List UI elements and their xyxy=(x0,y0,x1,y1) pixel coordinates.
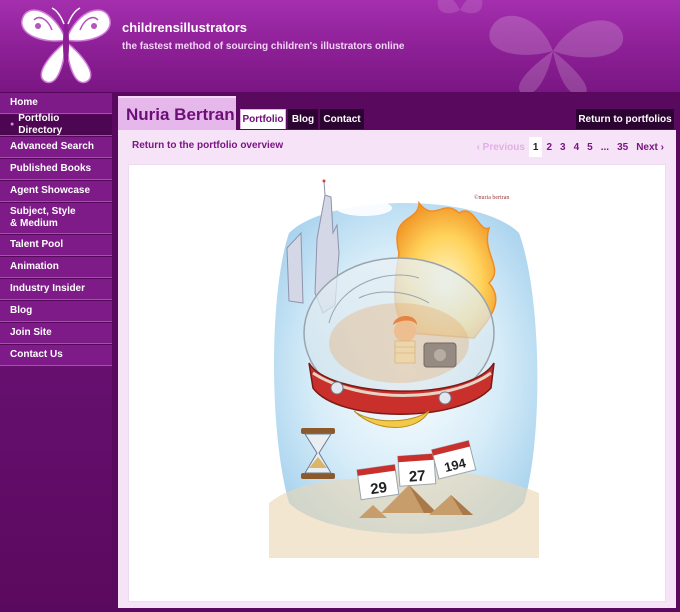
sidebar-item-join-site[interactable]: Join Site xyxy=(0,322,112,344)
sidebar-item-advanced-search[interactable]: Advanced Search xyxy=(0,136,112,158)
page-link-4[interactable]: 4 xyxy=(570,137,584,157)
previous-page-link: ‹ Previous xyxy=(476,141,525,153)
sidebar-item-agent-showcase[interactable]: Agent Showcase xyxy=(0,180,112,202)
sidebar-nav: Home ● Portfolio Directory Advanced Searc… xyxy=(0,92,112,612)
page-link-2[interactable]: 2 xyxy=(542,137,556,157)
tab-portfolio[interactable]: Portfolio xyxy=(240,109,286,129)
background-butterfly-icon xyxy=(489,15,624,92)
calendar-number-29: 29 xyxy=(369,479,388,498)
page-link-5[interactable]: 5 xyxy=(583,137,597,157)
portfolio-panel: Return to the portfolio overview ‹ Previ… xyxy=(118,130,676,608)
sidebar-item-contact-us[interactable]: Contact Us xyxy=(0,344,112,366)
sidebar-item-talent-pool[interactable]: Talent Pool xyxy=(0,234,112,256)
page-link-1: 1 xyxy=(528,137,543,157)
pagination: ‹ Previous 1 2 3 4 5 ... 35 Next › xyxy=(473,137,668,157)
calendar-number-27: 27 xyxy=(408,467,426,485)
return-to-portfolios-button[interactable]: Return to portfolios xyxy=(576,109,674,129)
page-link-3[interactable]: 3 xyxy=(556,137,570,157)
return-to-overview-link[interactable]: Return to the portfolio overview xyxy=(132,140,283,151)
page-link-last[interactable]: 35 xyxy=(613,137,632,157)
portfolio-illustration[interactable]: 29 27 194 ©nuria bertran xyxy=(269,173,539,558)
sidebar-item-animation[interactable]: Animation xyxy=(0,256,112,278)
tab-contact[interactable]: Contact xyxy=(320,109,364,129)
butterfly-logo-icon[interactable] xyxy=(16,4,116,86)
sidebar-item-blog[interactable]: Blog xyxy=(0,300,112,322)
site-tagline: the fastest method of sourcing children'… xyxy=(122,41,405,52)
site-header: childrensillustrators the fastest method… xyxy=(0,0,680,92)
sidebar-item-published-books[interactable]: Published Books xyxy=(0,158,112,180)
site-name[interactable]: childrensillustrators xyxy=(122,20,247,35)
active-dot-icon: ● xyxy=(10,121,15,128)
artist-signature: ©nuria bertran xyxy=(474,194,509,201)
sidebar-item-industry-insider[interactable]: Industry Insider xyxy=(0,278,112,300)
sidebar-item-subject-style-medium[interactable]: Subject, Style & Medium xyxy=(0,202,112,234)
sidebar-item-home[interactable]: Home xyxy=(0,92,112,114)
artist-name-heading: Nuria Bertran xyxy=(118,96,236,130)
sidebar-item-portfolio-directory[interactable]: ● Portfolio Directory xyxy=(0,113,112,136)
tab-blog[interactable]: Blog xyxy=(288,109,318,129)
pagination-ellipsis: ... xyxy=(600,141,610,153)
portfolio-image-frame: 29 27 194 ©nuria bertran xyxy=(128,164,666,602)
next-page-link[interactable]: Next › xyxy=(632,137,668,157)
main-content: Nuria Bertran Portfolio Blog Contact Ret… xyxy=(118,96,676,608)
